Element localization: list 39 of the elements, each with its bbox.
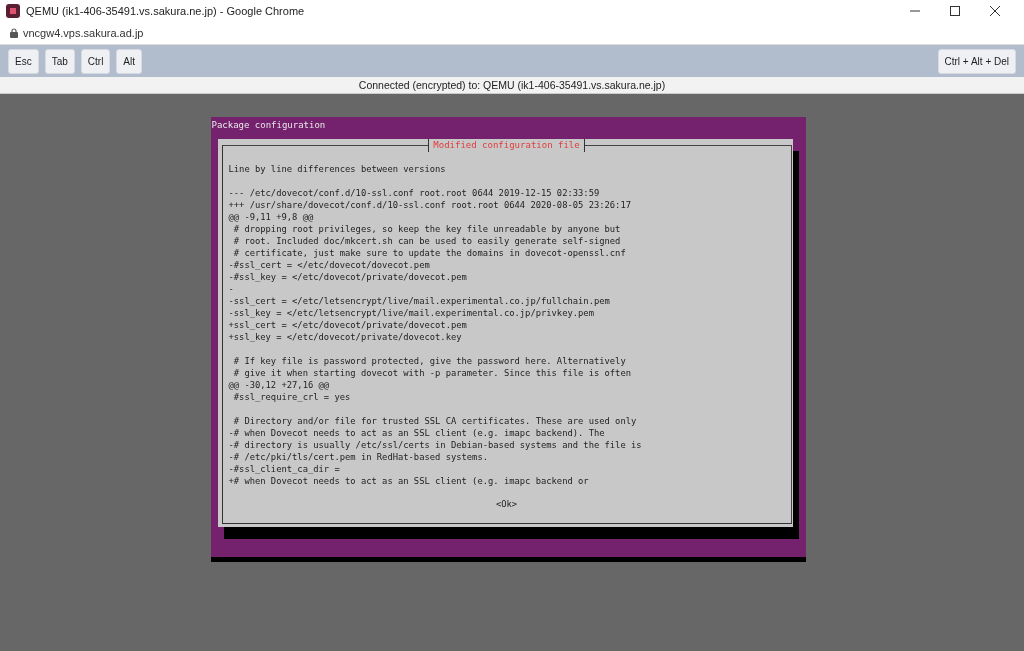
- lock-icon: [10, 28, 18, 38]
- terminal-line: -ssl_cert = </etc/letsencrypt/live/mail.experimental.co.jp/fullchain.pem: [228, 295, 610, 307]
- terminal-line: -# when Dovecot needs to act as an SSL client (e.g. imapc backend). The: [228, 427, 605, 439]
- backtitle: Package configuration: [210, 119, 327, 132]
- terminal-line: -: [228, 283, 234, 295]
- maximize-icon[interactable]: [950, 6, 960, 16]
- key-button[interactable]: Ctrl + Alt + Del: [937, 48, 1016, 74]
- key-button[interactable]: Esc: [8, 48, 39, 74]
- terminal-line: @@ -30,12 +27,16 @@: [228, 379, 330, 391]
- terminal-line: -# /etc/pki/tls/cert.pem in RedHat-based systems.: [228, 451, 488, 463]
- key-button[interactable]: Alt: [116, 48, 143, 74]
- app-icon: [6, 4, 20, 18]
- terminal-line: # dropping root privileges, so keep the key file unreadable by anyone but: [232, 223, 621, 235]
- terminal-line: @@ -9,11 +9,8 @@: [228, 211, 314, 223]
- terminal-line: -#ssl_key = </etc/dovecot/private/dovecot.pem: [228, 271, 467, 283]
- terminal-line: +++ /usr/share/dovecot/conf.d/10-ssl.conf root.root 0644 2020-08-05 23:26:17: [228, 199, 631, 211]
- terminal-line: +ssl_key = </etc/dovecot/private/dovecot.key: [228, 331, 462, 343]
- terminal-line: -#ssl_cert = </etc/dovecot/dovecot.pem: [228, 259, 430, 271]
- terminal-line: --- /etc/dovecot/conf.d/10-ssl.conf root.root 0644 2019-12-15 02:33:59: [228, 187, 600, 199]
- terminal-line: Line by line differences between versions: [228, 163, 446, 175]
- terminal-line: #ssl_require_crl = yes: [232, 391, 351, 403]
- url-text: vncgw4.vps.sakura.ad.jp: [23, 27, 144, 39]
- close-icon[interactable]: [990, 6, 1000, 16]
- terminal-line: -ssl_key = </etc/letsencrypt/live/mail.experimental.co.jp/privkey.pem: [228, 307, 594, 319]
- connection-status: Connected (encrypted) to: QEMU (ik1-406-35491.vs.sakura.ne.jp): [358, 79, 666, 91]
- terminal-line: +ssl_cert = </etc/dovecot/private/dovecot.pem: [228, 319, 467, 331]
- terminal-line: # Directory and/or file for trusted SSL CA certificates. These are used only: [232, 415, 637, 427]
- window-title: QEMU (ik1-406-35491.vs.sakura.ne.jp) - Google Chrome: [26, 5, 306, 17]
- ok-button[interactable]: <Ok>: [495, 498, 518, 510]
- terminal-line: # root. Included doc/mkcert.sh can be used to easily generate self-signed: [232, 235, 621, 247]
- key-button[interactable]: Ctrl: [80, 48, 111, 74]
- terminal-line: # give it when starting dovecot with -p parameter. Since this file is often: [232, 367, 631, 379]
- terminal-line: -# directory is usually /etc/ssl/certs in Debian-based systems and the file is: [228, 439, 642, 451]
- key-button[interactable]: Tab: [44, 48, 75, 74]
- terminal-line: -#ssl_client_ca_dir =: [228, 463, 340, 475]
- terminal-line: +# when Dovecot needs to act as an SSL client (e.g. imapc backend or: [228, 475, 589, 487]
- terminal-line: # certificate, just make sure to update the domains in dovecot-openssl.cnf: [232, 247, 626, 259]
- terminal-line: # If key file is password protected, give the password here. Alternatively: [232, 355, 626, 367]
- dialog-title: Modified configuration file: [428, 139, 585, 152]
